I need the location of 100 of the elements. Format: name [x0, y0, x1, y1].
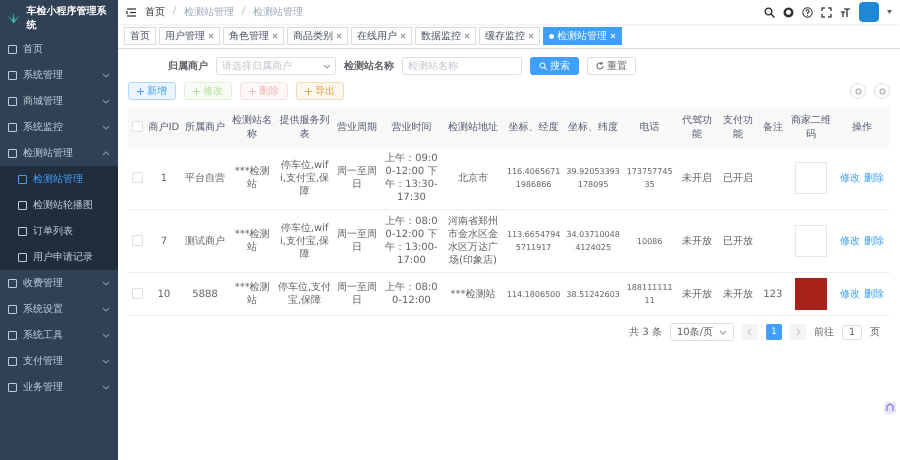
- refresh-button[interactable]: [874, 83, 890, 99]
- table-cell: 周一至周日: [336, 166, 377, 190]
- close-icon[interactable]: [528, 33, 534, 39]
- table-cell: 1: [160, 172, 168, 184]
- menu-icon[interactable]: [126, 6, 137, 18]
- table-cell: 113.66547945711917: [506, 230, 560, 252]
- table-cell: 停车位,支付宝,保障: [278, 282, 332, 306]
- table-cell: 北京市: [458, 172, 488, 184]
- sidebar-menu-item[interactable]: 系统管理: [0, 62, 118, 88]
- column-header: 检测站地址: [442, 107, 504, 147]
- checkbox[interactable]: [132, 235, 143, 246]
- assistant-icon[interactable]: [884, 402, 896, 414]
- table-cell: 未开放: [722, 288, 753, 300]
- total-count: 共 3 条: [629, 326, 662, 339]
- sidebar-menu-item[interactable]: 系统设置: [0, 296, 118, 322]
- plus-icon: [305, 88, 312, 94]
- caret-icon[interactable]: [887, 10, 892, 14]
- search-icon: [854, 88, 862, 94]
- sidebar-submenu-item[interactable]: 检测站管理: [0, 166, 118, 192]
- table-cell: 116.40656711986866: [506, 167, 560, 189]
- sidebar-menu-item[interactable]: 支付管理: [0, 348, 118, 374]
- close-icon[interactable]: [272, 33, 278, 39]
- avatar[interactable]: [859, 2, 879, 22]
- sidebar-submenu-item[interactable]: 检测站轮播图: [0, 192, 118, 218]
- square-icon: [8, 330, 17, 340]
- table-cell: 河南省郑州市金水区金水区万达广场(印象店): [448, 216, 498, 266]
- search-toggle-button[interactable]: [850, 83, 866, 99]
- select-field[interactable]: 请选择归属商户: [216, 57, 336, 75]
- sidebar-submenu-item[interactable]: 用户申请记录: [0, 244, 118, 270]
- sidebar-menu-item[interactable]: 收费管理: [0, 270, 118, 296]
- table-cell: ***检测站: [234, 229, 270, 253]
- table-cell: 123: [763, 288, 782, 300]
- tab[interactable]: 角色管理: [223, 27, 284, 45]
- tab[interactable]: 首页: [124, 27, 156, 45]
- column-header: 营业时间: [380, 107, 442, 147]
- table-cell: 上午：09:00-12:00 下午：13:30-17:30: [385, 153, 438, 203]
- chevron-icon: [323, 64, 331, 69]
- sidebar-menu-item[interactable]: 检测站管理: [0, 140, 118, 166]
- help-icon[interactable]: [802, 6, 813, 18]
- close-icon[interactable]: [208, 33, 214, 39]
- table-cell: 上午：08:00-12:00: [385, 282, 438, 306]
- table-cell: 5888: [192, 288, 218, 300]
- sidebar-menu-item[interactable]: 系统工具: [0, 322, 118, 348]
- sidebar-menu-item[interactable]: 首页: [0, 36, 118, 62]
- search-icon[interactable]: [764, 6, 775, 18]
- checkbox[interactable]: [132, 172, 143, 184]
- fullscreen-icon[interactable]: [821, 6, 832, 18]
- column-header: 电话: [622, 107, 676, 147]
- table-cell: 停车位,wifi,支付宝,保障: [280, 222, 330, 260]
- column-header: 备注: [758, 107, 788, 147]
- table-cell: 39.92053393178095: [566, 167, 620, 189]
- page-size-select[interactable]: 10条/页: [670, 323, 734, 341]
- table-cell: 18811111111: [626, 283, 673, 305]
- table-cell: 17375774535: [626, 167, 673, 189]
- sidebar-menu-item[interactable]: 系统监控: [0, 114, 118, 140]
- tab[interactable]: 数据监控: [415, 27, 476, 45]
- checkbox[interactable]: [132, 288, 143, 300]
- chevron-icon: [719, 330, 727, 334]
- font-size-icon[interactable]: [840, 6, 851, 18]
- page-input[interactable]: 1: [842, 324, 862, 340]
- column-header: 所属商户: [181, 107, 229, 147]
- tab[interactable]: 缓存监控: [479, 27, 540, 45]
- search-icon: [539, 62, 547, 70]
- table-cell: 7: [160, 236, 168, 246]
- close-icon[interactable]: [336, 33, 342, 39]
- table-cell: 10: [158, 288, 170, 300]
- square-icon: [18, 174, 27, 184]
- square-icon: [8, 70, 17, 80]
- close-icon[interactable]: [464, 33, 470, 39]
- tab[interactable]: 在线用户: [351, 27, 412, 45]
- column-header: 操作: [834, 107, 890, 147]
- table-cell: 114.1806500: [506, 290, 560, 298]
- tab[interactable]: 用户管理: [159, 27, 220, 45]
- column-header: 商家二维码: [787, 107, 834, 147]
- table-cell: ***检测站: [234, 282, 270, 306]
- goto-label: 前往: [814, 326, 834, 339]
- close-icon[interactable]: [400, 33, 406, 39]
- input-field[interactable]: 检测站名称: [402, 57, 522, 75]
- checkbox[interactable]: [132, 121, 143, 132]
- square-icon: [8, 304, 17, 314]
- breadcrumb-link[interactable]: 首页: [145, 5, 165, 19]
- plus-icon: [249, 88, 256, 94]
- square-icon: [8, 356, 17, 366]
- sidebar-submenu-item[interactable]: 订单列表: [0, 218, 118, 244]
- column-header: 检测站名称: [228, 107, 276, 147]
- square-icon: [8, 122, 17, 132]
- column-header: 营业周期: [333, 107, 381, 147]
- sidebar-menu-item[interactable]: 商城管理: [0, 88, 118, 114]
- reset-button[interactable]: 重置: [587, 57, 636, 75]
- table-cell: 停车位,wifi,支付宝,保障: [280, 160, 330, 196]
- sidebar-menu-item[interactable]: 业务管理: [0, 374, 118, 400]
- table-cell: 周一至周日: [336, 229, 377, 253]
- table-cell: 测试商户: [185, 236, 225, 246]
- square-icon: [18, 252, 27, 262]
- table-cell: 未开启: [682, 172, 712, 184]
- table-cell: 已开放: [722, 236, 753, 246]
- table-cell: 未开放: [682, 236, 712, 246]
- tab[interactable]: 商品类别: [287, 27, 348, 45]
- table-cell: 周一至周日: [336, 282, 377, 306]
- field-label: 检测站名称: [344, 60, 394, 73]
